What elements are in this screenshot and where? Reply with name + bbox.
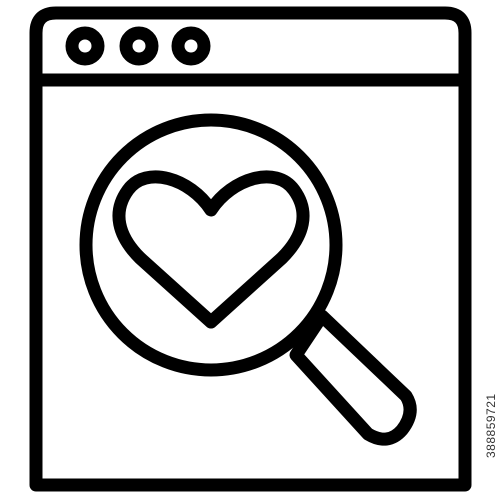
browser-love-search-icon xyxy=(29,6,472,492)
window-dot-2 xyxy=(119,26,159,66)
heart-icon xyxy=(112,170,310,329)
magnifier-handle-icon xyxy=(289,309,417,446)
window-dot-3 xyxy=(171,26,211,66)
icon-canvas: 388859721 xyxy=(0,0,500,500)
window-dot-1 xyxy=(65,26,105,66)
stock-id-watermark: 388859721 xyxy=(484,393,498,458)
